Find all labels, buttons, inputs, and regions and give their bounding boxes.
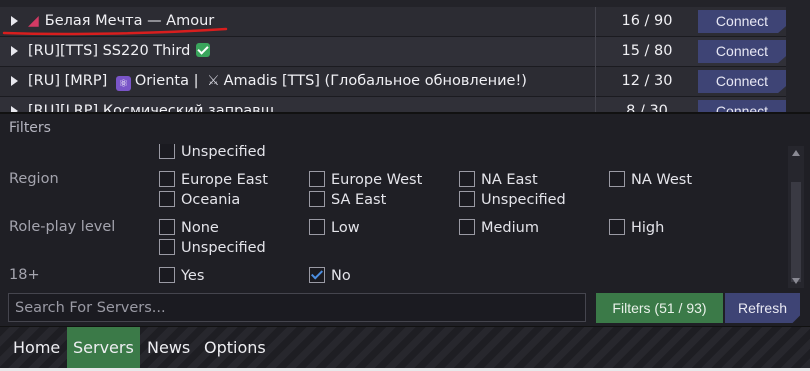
checkbox-rp-low[interactable]: Low [309, 219, 360, 236]
checkbox-box[interactable] [459, 171, 475, 187]
filters-scrollbar[interactable] [788, 146, 804, 288]
tab-news[interactable]: News [141, 327, 196, 369]
checkbox-rp-high[interactable]: High [609, 219, 664, 236]
checkbox-box[interactable] [459, 219, 475, 235]
server-name-part: Orienta | [134, 73, 199, 89]
check-mark-icon [196, 43, 211, 57]
player-count: 8 / 30 [626, 103, 668, 112]
server-row[interactable]: [RU][LRP] Космический заправщ... 8 / 30 … [0, 97, 786, 112]
filters-panel: Filters Unspecified Region Europe East E… [0, 112, 810, 294]
column-divider [595, 37, 596, 67]
checkbox-adult-yes[interactable]: Yes [159, 267, 204, 284]
crossed-swords-icon: ⚔ [207, 73, 220, 89]
server-name-part: [RU] [MRP] [28, 73, 108, 89]
filters-title: Filters [9, 120, 51, 136]
red-annotation-underline [2, 27, 228, 36]
checkbox-rp-unspecified[interactable]: Unspecified [159, 239, 266, 256]
checkbox-box[interactable] [309, 191, 325, 207]
filters-scroll-area: Unspecified Region Europe East Europe We… [0, 144, 786, 294]
server-name: [RU][TTS] SS220 Third [28, 43, 211, 59]
checkbox-oceania[interactable]: Oceania [159, 191, 240, 208]
checkbox-box[interactable] [309, 171, 325, 187]
column-divider [595, 7, 596, 37]
region-label: Region [9, 171, 59, 187]
scrollbar-thumb[interactable] [791, 182, 801, 282]
checkbox-box[interactable] [459, 191, 475, 207]
tab-bar: Home Servers News Options [0, 326, 810, 369]
checkbox-na-east[interactable]: NA East [459, 171, 538, 188]
checkbox-box[interactable] [609, 219, 625, 235]
checkbox-rp-medium[interactable]: Medium [459, 219, 539, 236]
checkbox-sa-east[interactable]: SA East [309, 191, 386, 208]
checkbox-box[interactable] [159, 191, 175, 207]
search-input[interactable] [8, 293, 586, 322]
server-name: [RU][LRP] Космический заправщ... [28, 103, 289, 112]
checkbox-checked-box[interactable] [309, 267, 325, 283]
tab-options[interactable]: Options [198, 327, 272, 369]
player-count: 16 / 90 [621, 13, 673, 29]
refresh-button[interactable]: Refresh [725, 293, 800, 323]
player-count: 12 / 30 [621, 73, 673, 89]
expand-arrow-icon[interactable] [11, 76, 18, 86]
connect-button[interactable]: Connect [698, 100, 786, 112]
atom-icon: ⚛ [115, 76, 131, 91]
column-divider [595, 97, 596, 112]
checkbox-europe-east[interactable]: Europe East [159, 171, 268, 188]
checkbox-na-west[interactable]: NA West [609, 171, 692, 188]
checkbox-adult-no[interactable]: No [309, 267, 351, 284]
tab-servers[interactable]: Servers [67, 327, 140, 369]
checkbox-box[interactable] [609, 171, 625, 187]
server-row[interactable]: [RU] [MRP] ⚛ Orienta | ⚔ Amadis [TTS] (Гло… [0, 67, 786, 97]
checkbox-rp-none[interactable]: None [159, 219, 219, 236]
connect-button[interactable]: Connect [698, 40, 786, 63]
checkbox-box[interactable] [309, 219, 325, 235]
player-count: 15 / 80 [621, 43, 673, 59]
checkbox-box[interactable] [159, 219, 175, 235]
server-row[interactable]: [RU][TTS] SS220 Third 15 / 80 Connect [0, 37, 786, 67]
checkbox-box[interactable] [159, 239, 175, 255]
adult-label: 18+ [9, 267, 40, 283]
tab-home[interactable]: Home [7, 327, 66, 369]
checkbox-europe-west[interactable]: Europe West [309, 171, 422, 188]
checkbox-box[interactable] [159, 171, 175, 187]
server-list: ◢ Белая Мечта — Amour 16 / 90 Connect [RU… [0, 0, 810, 112]
checkbox-region-unspecified[interactable]: Unspecified [459, 191, 566, 208]
checkbox-box[interactable] [159, 144, 175, 159]
connect-button[interactable]: Connect [698, 70, 786, 93]
connect-button[interactable]: Connect [698, 10, 786, 33]
search-bar: Filters (51 / 93) Refresh [0, 292, 810, 326]
server-name: [RU] [MRP] ⚛ Orienta | ⚔ Amadis [TTS] (Гло… [28, 73, 527, 91]
scroll-up-arrow-icon[interactable] [792, 150, 800, 156]
server-name-part: Amadis [TTS] (Глобальное обновление!) [223, 73, 527, 89]
checkbox-box[interactable] [159, 267, 175, 283]
checkbox-unspecified[interactable]: Unspecified [159, 144, 266, 160]
column-divider [595, 67, 596, 97]
roleplay-level-label: Role-play level [9, 219, 116, 235]
expand-arrow-icon[interactable] [11, 46, 18, 56]
filters-button[interactable]: Filters (51 / 93) [596, 293, 723, 323]
scroll-down-arrow-icon[interactable] [792, 278, 800, 284]
server-name-text: [RU][TTS] SS220 Third [28, 43, 191, 59]
